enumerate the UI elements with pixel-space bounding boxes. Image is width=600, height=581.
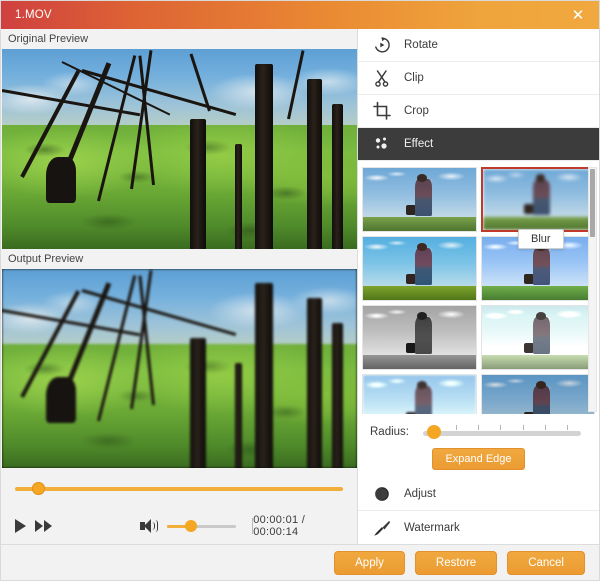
sidebar-item-rotate[interactable]: Rotate [358, 29, 599, 62]
tree-trunk [255, 63, 273, 249]
effect-tooltip: Blur [518, 229, 564, 249]
tree-trunk [190, 338, 206, 468]
sidebar-item-label: Clip [404, 72, 424, 84]
sidebar-item-label: Adjust [404, 488, 436, 500]
tree-trunk [235, 363, 242, 468]
brightness-icon [372, 484, 392, 504]
radius-ticks [423, 425, 581, 439]
effects-scrollbar[interactable] [588, 167, 597, 412]
sidebar-item-label: Watermark [404, 521, 460, 534]
forest-scene-original [2, 49, 357, 249]
output-preview-video[interactable] [2, 268, 357, 468]
sidebar-item-adjust[interactable]: Adjust [358, 478, 599, 511]
preview-panel: Original Preview Output Preview 00:00:01… [1, 29, 358, 544]
tree-trunk [332, 103, 343, 249]
expand-edge-button[interactable]: Expand Edge [432, 448, 525, 470]
sidebar-item-label: Rotate [404, 39, 438, 51]
footer-bar: Apply Restore Cancel [1, 544, 599, 580]
sidebar-item-effect[interactable]: Effect [358, 128, 599, 161]
radius-label: Radius: [370, 426, 409, 438]
timeline-slider[interactable] [15, 482, 343, 496]
tools-panel: Rotate Clip Crop Effect Blur Radius: Exp… [358, 29, 599, 544]
original-preview-video[interactable] [2, 49, 357, 249]
effect-thumbnail[interactable] [480, 374, 595, 414]
tree-trunk [332, 323, 343, 468]
title-bar: 1.MOV ✕ [1, 1, 599, 29]
cancel-button[interactable]: Cancel [507, 550, 585, 575]
effect-icon [372, 134, 392, 154]
sidebar-item-label: Effect [404, 138, 434, 150]
crop-icon [372, 101, 392, 121]
original-preview-label: Original Preview [1, 29, 357, 49]
effect-thumbnail[interactable] [362, 305, 477, 370]
fast-forward-icon[interactable] [34, 516, 55, 536]
brush-icon [372, 518, 392, 538]
tree-trunk [255, 283, 273, 468]
radius-handle[interactable] [427, 425, 442, 439]
effect-thumbnail[interactable] [480, 305, 595, 370]
time-display: 00:00:01 / 00:00:14 [253, 514, 306, 538]
tree-trunk [235, 143, 242, 249]
window-title: 1.MOV [15, 9, 52, 21]
playback-controls: 00:00:01 / 00:00:14 [1, 468, 357, 544]
scissors-icon [372, 68, 392, 88]
effect-thumbnail[interactable] [362, 374, 477, 414]
timeline-track [15, 487, 343, 491]
video-editor-window: 1.MOV ✕ Original Preview Output Preview … [0, 0, 600, 581]
transport-row: 00:00:01 / 00:00:14 [9, 514, 349, 538]
radius-row: Radius: [358, 414, 599, 440]
scrollbar-thumb[interactable] [590, 169, 595, 237]
volume-slider[interactable] [166, 520, 237, 532]
tree-trunk [190, 118, 206, 249]
expand-edge-row: Expand Edge [358, 440, 599, 478]
stump [46, 376, 76, 423]
timeline-handle[interactable] [31, 482, 45, 495]
effects-grid [362, 167, 595, 414]
rotate-icon [372, 35, 392, 55]
restore-button[interactable]: Restore [414, 550, 498, 575]
sidebar-item-clip[interactable]: Clip [358, 62, 599, 95]
effect-thumbnail[interactable] [362, 236, 477, 301]
volume-icon[interactable] [140, 519, 159, 533]
apply-button[interactable]: Apply [334, 550, 405, 575]
sidebar-item-crop[interactable]: Crop [358, 95, 599, 128]
effect-thumbnail-selected[interactable] [480, 167, 595, 232]
main-body: Original Preview Output Preview 00:00:01… [1, 29, 599, 544]
sidebar-item-watermark[interactable]: Watermark [358, 511, 599, 544]
volume-handle[interactable] [185, 520, 197, 532]
forest-scene-output [2, 268, 357, 468]
play-icon[interactable] [15, 516, 35, 536]
effect-thumbnail[interactable] [362, 167, 477, 232]
radius-slider[interactable] [423, 424, 581, 440]
sidebar-item-label: Crop [404, 105, 429, 117]
output-preview-label: Output Preview [1, 248, 357, 269]
tree-trunk [307, 78, 322, 249]
stump [46, 157, 76, 203]
effects-grid-container: Blur [358, 161, 599, 414]
close-icon[interactable]: ✕ [563, 1, 593, 29]
tree-trunk [307, 298, 322, 468]
